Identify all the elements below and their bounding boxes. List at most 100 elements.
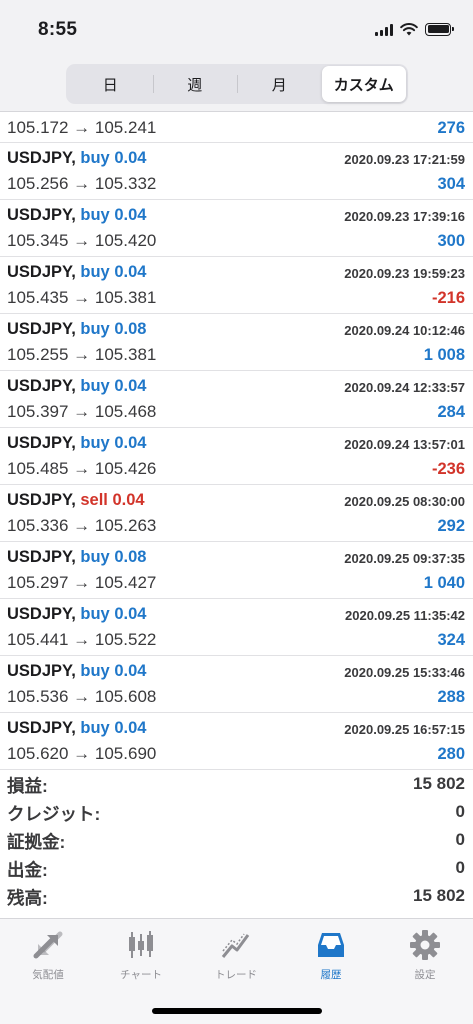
tab-label: 履歴	[320, 969, 342, 981]
home-indicator	[152, 1008, 322, 1014]
summary-value: 0	[455, 858, 465, 877]
deal-prices: 105.435 → 105.381	[7, 288, 157, 307]
summary-label: 証拠金:	[7, 832, 66, 852]
tab-label: トレード	[215, 969, 257, 981]
deal-volume: 0.04	[114, 263, 147, 281]
cellular-signal-icon	[375, 23, 393, 36]
deal-row[interactable]: USDJPY, buy 0.04 2020.09.24 12:33:57 105.3…	[0, 371, 473, 428]
tab-label: 気配値	[32, 969, 64, 981]
tab-trade[interactable]: トレード	[191, 929, 281, 982]
deal-time: 2020.09.25 09:37:35	[344, 551, 465, 566]
period-selector-bar: 日 週 月 カスタム	[0, 58, 473, 112]
deal-symbol-name: USDJPY,	[7, 662, 76, 680]
deal-symbol: USDJPY, buy 0.04	[7, 377, 146, 396]
deal-row[interactable]: USDJPY, buy 0.04 2020.09.23 17:39:16 105.3…	[0, 200, 473, 257]
deal-symbol: USDJPY, buy 0.04	[7, 434, 146, 453]
deal-prices: 105.620 → 105.690	[7, 744, 157, 763]
deal-row[interactable]: USDJPY, buy 0.04 2020.09.24 13:57:01 105.4…	[0, 428, 473, 485]
deal-symbol: USDJPY, buy 0.04	[7, 662, 146, 681]
deal-prices: 105.536 → 105.608	[7, 687, 157, 706]
battery-icon	[425, 22, 454, 36]
wifi-icon	[400, 23, 418, 36]
deal-side-type: buy	[80, 605, 110, 623]
deal-time: 2020.09.23 19:59:23	[344, 266, 465, 281]
deal-volume: 0.04	[114, 434, 147, 452]
status-bar: 8:55	[0, 0, 473, 58]
deal-profit: 284	[437, 403, 465, 421]
segment-custom[interactable]: カスタム	[321, 66, 406, 102]
deal-symbol: USDJPY, buy 0.04	[7, 263, 146, 282]
deal-side-type: buy	[80, 263, 110, 281]
segment-day[interactable]: 日	[68, 66, 153, 102]
deal-side-type: sell	[80, 491, 108, 509]
deal-row-partial[interactable]: 105.172 → 105.241 276	[0, 113, 473, 143]
deal-row[interactable]: USDJPY, buy 0.04 2020.09.25 11:35:42 105.4…	[0, 599, 473, 656]
tab-history[interactable]: 履歴	[286, 929, 376, 982]
deal-side-type: buy	[80, 149, 110, 167]
deal-volume: 0.04	[114, 719, 147, 737]
deal-row[interactable]: USDJPY, buy 0.04 2020.09.25 16:57:15 105.6…	[0, 713, 473, 770]
deal-row[interactable]: USDJPY, buy 0.08 2020.09.25 09:37:35 105.2…	[0, 542, 473, 599]
deal-symbol-name: USDJPY,	[7, 263, 76, 281]
deal-profit: 324	[437, 631, 465, 649]
segment-week[interactable]: 週	[152, 66, 238, 102]
deal-prices: 105.255 → 105.381	[7, 345, 157, 364]
summary-value: 15 802	[413, 774, 465, 793]
deal-profit: -236	[431, 460, 465, 478]
deal-symbol: USDJPY, buy 0.04	[7, 719, 146, 738]
summary-label: 残高:	[7, 888, 48, 908]
deal-profit: -216	[431, 289, 465, 307]
deal-symbol-name: USDJPY,	[7, 605, 76, 623]
summary-label: 損益:	[7, 776, 48, 796]
deal-row[interactable]: USDJPY, buy 0.04 2020.09.23 19:59:23 105.4…	[0, 257, 473, 314]
summary-value: 0	[455, 802, 465, 821]
deal-row[interactable]: USDJPY, sell 0.04 2020.09.25 08:30:00 105.…	[0, 485, 473, 542]
deal-prices: 105.485 → 105.426	[7, 459, 157, 478]
deal-side-type: buy	[80, 434, 110, 452]
deal-side: buy 0.08	[80, 548, 146, 566]
summary-value: 15 802	[413, 886, 465, 905]
deal-symbol: USDJPY, sell 0.04	[7, 491, 145, 510]
inbox-tray-icon	[318, 933, 344, 957]
deal-symbol-name: USDJPY,	[7, 206, 76, 224]
deal-side: buy 0.04	[80, 263, 146, 281]
deal-symbol-name: USDJPY,	[7, 548, 76, 566]
summary-row: 出金: 0	[0, 854, 473, 882]
deal-prices: 105.441 → 105.522	[7, 630, 157, 649]
deal-row[interactable]: USDJPY, buy 0.04 2020.09.23 17:21:59 105.2…	[0, 143, 473, 200]
deal-row[interactable]: USDJPY, buy 0.04 2020.09.25 15:33:46 105.5…	[0, 656, 473, 713]
deal-history-list: 105.172 → 105.241 276 USDJPY, buy 0.04 20…	[0, 113, 473, 770]
deal-profit: 276	[437, 119, 465, 137]
summary-row: クレジット: 0	[0, 798, 473, 826]
deal-symbol: USDJPY, buy 0.04	[7, 605, 146, 624]
summary-row: 残高: 15 802	[0, 882, 473, 910]
deal-volume: 0.08	[114, 548, 147, 566]
deal-profit: 300	[437, 232, 465, 250]
deal-prices: 105.336 → 105.263	[7, 516, 157, 535]
deal-time: 2020.09.25 16:57:15	[344, 722, 465, 737]
summary-label: 出金:	[7, 860, 48, 880]
deal-symbol: USDJPY, buy 0.04	[7, 149, 146, 168]
deal-side-type: buy	[80, 662, 110, 680]
deal-row[interactable]: USDJPY, buy 0.08 2020.09.24 10:12:46 105.2…	[0, 314, 473, 371]
deal-time: 2020.09.24 12:33:57	[344, 380, 465, 395]
trade-line-icon	[221, 933, 250, 958]
deal-symbol: USDJPY, buy 0.08	[7, 548, 146, 567]
segment-month[interactable]: 月	[237, 66, 322, 102]
tab-settings[interactable]: 設定	[380, 929, 470, 982]
deal-side: buy 0.04	[80, 434, 146, 452]
deal-side: buy 0.04	[80, 149, 146, 167]
gear-icon	[410, 930, 440, 960]
quotes-arrows-icon	[33, 931, 63, 959]
tab-quotes[interactable]: 気配値	[3, 929, 93, 982]
deal-symbol-name: USDJPY,	[7, 434, 76, 452]
deal-time: 2020.09.24 10:12:46	[344, 323, 465, 338]
tab-label: チャート	[120, 969, 162, 981]
candlestick-chart-icon	[129, 931, 153, 958]
deal-volume: 0.04	[114, 377, 147, 395]
deal-side: buy 0.04	[80, 206, 146, 224]
tab-chart[interactable]: チャート	[96, 929, 186, 982]
deal-side-type: buy	[80, 719, 110, 737]
summary-label: クレジット:	[7, 804, 101, 824]
status-icons	[375, 22, 454, 36]
